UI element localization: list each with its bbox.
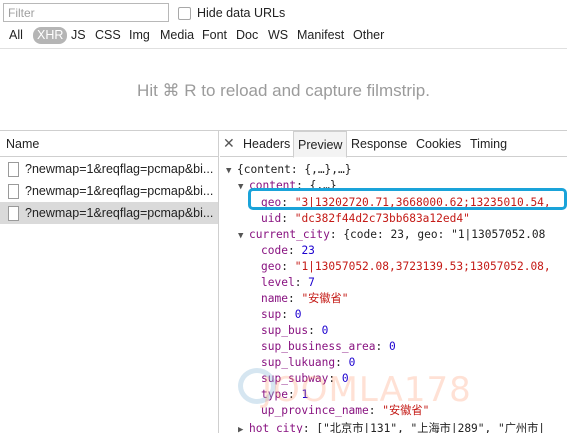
filmstrip-area: Hit ⌘ R to reload and capture filmstrip. — [0, 48, 567, 130]
tree-node-sup-business-area: sup_business_area: 0 — [261, 340, 396, 353]
hide-data-urls-label: Hide data URLs — [197, 6, 286, 20]
tab-cookies[interactable]: Cookies — [412, 131, 465, 157]
document-icon — [8, 161, 19, 177]
type-js-button[interactable]: JS — [68, 27, 89, 44]
type-all-button[interactable]: All — [6, 27, 26, 44]
expand-triangle-icon[interactable]: ▼ — [238, 228, 249, 244]
tree-node-hot-city[interactable]: ▶ hot_city: ["北京市|131", "上海市|289", "广州市| — [238, 421, 545, 433]
name-column-header[interactable]: Name — [0, 131, 218, 157]
tab-headers[interactable]: Headers — [239, 131, 294, 157]
geo-highlight-box — [248, 188, 567, 210]
request-row-selected[interactable]: ?newmap=1&reqflag=pcmap&bi... — [0, 202, 218, 224]
expand-triangle-icon[interactable]: ▼ — [226, 163, 237, 179]
request-row[interactable]: ?newmap=1&reqflag=pcmap&bi... — [0, 158, 218, 180]
filter-bar: Hide data URLs — [0, 0, 567, 24]
type-ws-button[interactable]: WS — [265, 27, 291, 44]
tree-node-geo: geo: "1|13057052.08,3723139.53;13057052.… — [261, 260, 551, 273]
filmstrip-message: Hit ⌘ R to reload and capture filmstrip. — [137, 81, 430, 100]
request-name: ?newmap=1&reqflag=pcmap&bi... — [25, 184, 214, 198]
type-font-button[interactable]: Font — [199, 27, 230, 44]
watermark: JOOMLA178 — [262, 370, 472, 410]
type-doc-button[interactable]: Doc — [233, 27, 261, 44]
tree-node-code: code: 23 — [261, 244, 315, 257]
type-media-button[interactable]: Media — [157, 27, 197, 44]
type-xhr-button[interactable]: XHR — [33, 27, 68, 44]
tree-node-sup-bus: sup_bus: 0 — [261, 324, 329, 337]
tree-node-uid: uid: "dc382f44d2c73bb683a12ed4" — [261, 212, 470, 225]
hide-data-urls-checkbox[interactable] — [178, 6, 191, 20]
request-row[interactable]: ?newmap=1&reqflag=pcmap&bi... — [0, 180, 218, 202]
type-other-button[interactable]: Other — [350, 27, 387, 44]
close-icon[interactable]: ✕ — [223, 135, 235, 152]
document-icon — [8, 205, 19, 221]
tree-node-name: name: "安徽省" — [261, 292, 349, 305]
tree-node-current-city[interactable]: ▼ current_city: {code: 23, geo: "1|130570… — [238, 227, 545, 243]
request-name: ?newmap=1&reqflag=pcmap&bi... — [25, 162, 214, 176]
detail-tabs: ✕ Headers Preview Response Cookies Timin… — [220, 131, 567, 158]
expand-triangle-icon[interactable]: ▶ — [238, 422, 249, 433]
tab-preview[interactable]: Preview — [293, 131, 348, 158]
tab-timing[interactable]: Timing — [466, 131, 511, 157]
filter-input[interactable] — [3, 3, 169, 22]
document-icon — [8, 183, 19, 199]
type-manifest-button[interactable]: Manifest — [294, 27, 347, 44]
tree-root[interactable]: ▼ {content: {,…},…} — [226, 162, 352, 178]
tab-response[interactable]: Response — [347, 131, 411, 157]
tree-node-sup-lukuang: sup_lukuang: 0 — [261, 356, 356, 369]
type-css-button[interactable]: CSS — [92, 27, 124, 44]
type-img-button[interactable]: Img — [126, 27, 153, 44]
tree-node-level: level: 7 — [261, 276, 315, 289]
request-name: ?newmap=1&reqflag=pcmap&bi... — [25, 206, 214, 220]
resource-type-filter: All XHR JS CSS Img Media Font Doc WS Man… — [0, 25, 567, 47]
hide-data-urls-toggle[interactable]: Hide data URLs — [178, 5, 285, 21]
tree-node-sup: sup: 0 — [261, 308, 302, 321]
request-list: Name ?newmap=1&reqflag=pcmap&bi... ?newm… — [0, 131, 219, 433]
